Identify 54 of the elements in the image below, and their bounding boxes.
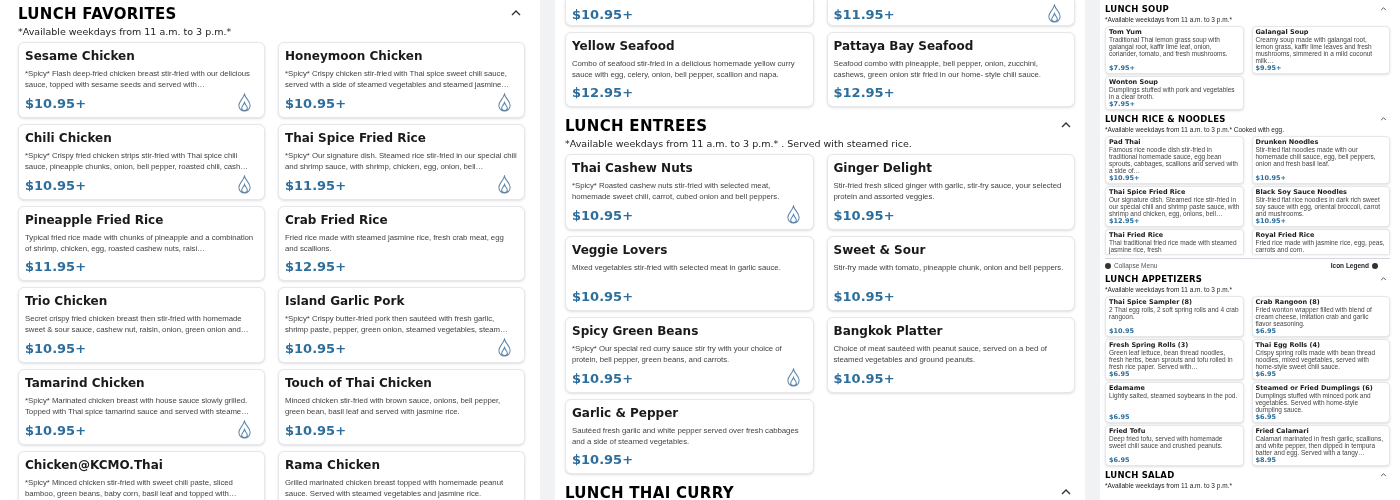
item-name: Veggie Lovers bbox=[572, 242, 669, 258]
item-name: Island Garlic Pork bbox=[285, 293, 406, 309]
item-name: Thai Spice Fried Rice bbox=[285, 130, 427, 146]
item-price: $11.95+ bbox=[25, 259, 87, 275]
menu-item-card[interactable]: $11.95+ bbox=[826, 0, 1075, 26]
item-price: $10.95+ bbox=[572, 452, 634, 468]
item-name: Sweet & Sour bbox=[833, 242, 927, 258]
item-price: $10.95+ bbox=[572, 208, 634, 224]
section-title: LUNCH FAVORITES bbox=[18, 5, 177, 23]
item-name: Pattaya Bay Seafood bbox=[833, 38, 975, 54]
item-name: Honeymoon Chicken bbox=[285, 48, 424, 64]
item-price: $12.95+ bbox=[285, 259, 347, 275]
item-name: Garlic & Pepper bbox=[572, 405, 680, 421]
item-price: $10.95+ bbox=[572, 371, 634, 387]
section-title: LUNCH SOUP bbox=[1105, 4, 1169, 15]
item-price: $10.95+ bbox=[25, 178, 87, 194]
section-title: LUNCH RICE & NOODLES bbox=[1105, 114, 1226, 125]
item-price: $10.95+ bbox=[833, 208, 895, 224]
section-title: LUNCH ENTREES bbox=[565, 117, 708, 135]
item-name: Crab Fried Rice bbox=[285, 212, 389, 228]
item-price: $10.95+ bbox=[285, 96, 347, 112]
item-name: Trio Chicken bbox=[25, 293, 109, 309]
item-name: Chili Chicken bbox=[25, 130, 113, 146]
item-name: Ginger Delight bbox=[833, 160, 934, 176]
section-title: LUNCH APPETIZERS bbox=[1105, 274, 1203, 285]
item-price: $10.95+ bbox=[285, 341, 347, 357]
item-price: $10.95+ bbox=[285, 423, 347, 439]
item-name: Sesame Chicken bbox=[25, 48, 136, 64]
item-price: $10.95+ bbox=[833, 289, 895, 305]
item-name: Spicy Green Beans bbox=[572, 323, 700, 339]
item-price: $12.95+ bbox=[572, 85, 634, 101]
item-price: $11.95+ bbox=[285, 178, 347, 194]
item-price: $10.95+ bbox=[833, 371, 895, 387]
section-title: LUNCH THAI CURRY bbox=[565, 484, 734, 500]
section-note: *Available weekdays from 11 a.m. to 3 p.m.* . Served with steamed rice. bbox=[565, 137, 913, 150]
item-name: Thai Cashew Nuts bbox=[572, 160, 694, 176]
item-name: Yellow Seafood bbox=[572, 38, 676, 54]
item-price: $10.95+ bbox=[25, 423, 87, 439]
menu-item-card[interactable]: $10.95+ bbox=[565, 0, 814, 26]
info-icon bbox=[1372, 263, 1378, 269]
item-price: $10.95+ bbox=[572, 289, 634, 305]
item-name: Chicken@KCMO.Thai bbox=[25, 457, 164, 473]
item-price: $11.95+ bbox=[833, 7, 895, 23]
item-price: $10.95+ bbox=[25, 96, 87, 112]
item-name: Rama Chicken bbox=[285, 457, 382, 473]
item-name: Pineapple Fried Rice bbox=[25, 212, 165, 228]
item-name: Bangkok Platter bbox=[833, 323, 944, 339]
item-price: $12.95+ bbox=[833, 85, 895, 101]
section-note: *Available weekdays from 11 a.m. to 3 p.m.* bbox=[18, 25, 233, 38]
item-price: $10.95+ bbox=[572, 7, 634, 23]
item-name: Tamarind Chicken bbox=[25, 375, 146, 391]
item-price: $10.95+ bbox=[25, 341, 87, 357]
item-name: Touch of Thai Chicken bbox=[285, 375, 433, 391]
section-title: LUNCH SALAD bbox=[1105, 470, 1175, 481]
